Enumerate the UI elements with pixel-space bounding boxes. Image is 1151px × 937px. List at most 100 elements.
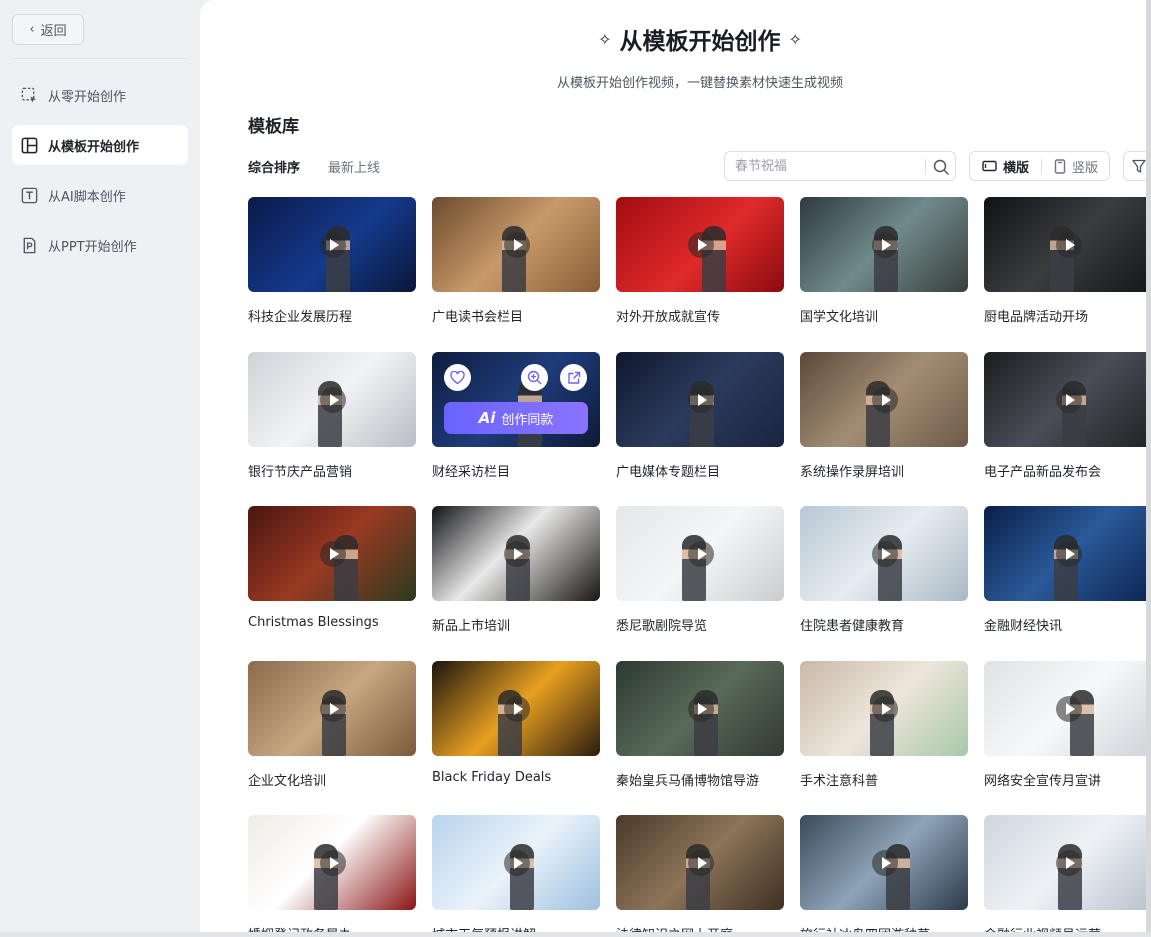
template-title: 科技企业发展历程 xyxy=(248,310,353,325)
template-thumbnail[interactable] xyxy=(248,506,416,601)
template-card[interactable]: 悉尼歌剧院导览 xyxy=(616,506,784,634)
play-icon[interactable] xyxy=(320,232,346,258)
template-thumbnail[interactable] xyxy=(248,661,416,756)
template-thumbnail[interactable] xyxy=(616,815,784,910)
play-icon[interactable] xyxy=(1056,232,1082,258)
template-card[interactable]: 金融行业视频号运营 xyxy=(984,815,1151,932)
template-card[interactable]: 旅行社冰岛四团游种草 xyxy=(800,815,968,932)
play-icon[interactable] xyxy=(320,850,346,876)
zoom-preview-button[interactable] xyxy=(521,364,548,391)
template-thumbnail[interactable] xyxy=(432,661,600,756)
play-icon[interactable] xyxy=(504,696,530,722)
template-card[interactable]: 秦始皇兵马俑博物馆导游 xyxy=(616,661,784,789)
play-icon[interactable] xyxy=(872,850,898,876)
play-icon[interactable] xyxy=(688,541,714,567)
play-icon[interactable] xyxy=(872,541,898,567)
template-thumbnail[interactable] xyxy=(432,197,600,292)
search-icon[interactable] xyxy=(933,159,950,176)
template-card[interactable]: 系统操作录屏培训 xyxy=(800,352,968,480)
template-thumbnail[interactable] xyxy=(984,661,1151,756)
template-card[interactable]: 银行节庆产品营销 xyxy=(248,352,416,480)
template-thumbnail[interactable] xyxy=(616,661,784,756)
template-thumbnail[interactable] xyxy=(984,506,1151,601)
play-icon[interactable] xyxy=(1056,696,1082,722)
sidebar-item-from-ppt[interactable]: 从PPT开始创作 xyxy=(12,225,188,265)
template-card[interactable]: 婚姻登记政务导办 xyxy=(248,815,416,932)
play-icon[interactable] xyxy=(320,696,346,722)
play-icon[interactable] xyxy=(320,387,346,413)
template-thumbnail[interactable] xyxy=(800,506,968,601)
scrollbar[interactable] xyxy=(1146,0,1151,932)
sidebar-item-label: 从零开始创作 xyxy=(48,89,127,105)
favorite-button[interactable] xyxy=(444,364,471,391)
template-title: 银行节庆产品营销 xyxy=(248,465,353,480)
template-thumbnail[interactable] xyxy=(616,506,784,601)
play-icon[interactable] xyxy=(872,387,898,413)
play-icon[interactable] xyxy=(688,850,714,876)
sort-comprehensive[interactable]: 综合排序 xyxy=(248,157,300,176)
ai-create-same-button[interactable]: Ai 创作同款 xyxy=(444,402,588,434)
template-card[interactable]: 广电媒体专题栏目 xyxy=(616,352,784,480)
play-icon[interactable] xyxy=(1056,387,1082,413)
template-thumbnail[interactable] xyxy=(984,815,1151,910)
play-icon[interactable] xyxy=(872,232,898,258)
open-external-button[interactable] xyxy=(560,364,587,391)
template-thumbnail[interactable] xyxy=(432,815,600,910)
template-card[interactable]: 企业文化培训 xyxy=(248,661,416,789)
template-thumbnail[interactable] xyxy=(984,197,1151,292)
orientation-landscape-label: 横版 xyxy=(1003,160,1030,176)
template-card[interactable]: 厨电品牌活动开场 xyxy=(984,197,1151,325)
play-icon[interactable] xyxy=(320,541,346,567)
template-card[interactable]: 科技企业发展历程 xyxy=(248,197,416,325)
template-card[interactable]: 电子产品新品发布会 xyxy=(984,352,1151,480)
back-button[interactable]: ‹ 返回 xyxy=(12,14,84,45)
template-card[interactable]: 城市天气预报讲解 xyxy=(432,815,600,932)
template-thumbnail[interactable]: Ai 创作同款 xyxy=(432,352,600,447)
external-link-icon xyxy=(567,371,580,384)
portrait-icon xyxy=(1054,158,1066,174)
play-icon[interactable] xyxy=(688,696,714,722)
template-thumbnail[interactable] xyxy=(432,506,600,601)
template-title: 广电读书会栏目 xyxy=(432,310,524,325)
template-thumbnail[interactable] xyxy=(800,661,968,756)
template-card[interactable]: 手术注意科普 xyxy=(800,661,968,789)
template-card[interactable]: 国学文化培训 xyxy=(800,197,968,325)
sidebar-item-from-template[interactable]: 从模板开始创作 xyxy=(12,125,188,165)
template-card[interactable]: Black Friday Deals xyxy=(432,661,600,785)
play-icon[interactable] xyxy=(872,696,898,722)
play-icon[interactable] xyxy=(688,387,714,413)
play-icon[interactable] xyxy=(504,541,530,567)
sidebar-item-from-scratch[interactable]: 从零开始创作 xyxy=(12,75,188,115)
template-thumbnail[interactable] xyxy=(616,352,784,447)
sort-newest[interactable]: 最新上线 xyxy=(328,157,380,176)
template-card[interactable]: 新品上市培训 xyxy=(432,506,600,634)
search-input[interactable] xyxy=(735,157,915,175)
template-thumbnail[interactable] xyxy=(248,197,416,292)
sidebar-item-from-ai-script[interactable]: 从AI脚本创作 xyxy=(12,175,188,215)
play-icon[interactable] xyxy=(1056,850,1082,876)
template-card[interactable]: 广电读书会栏目 xyxy=(432,197,600,325)
play-icon[interactable] xyxy=(504,232,530,258)
template-card[interactable]: Ai 创作同款 财经采访栏目 xyxy=(432,352,600,480)
orientation-landscape[interactable]: 横版 xyxy=(970,152,1041,180)
template-card[interactable]: Christmas Blessings xyxy=(248,506,416,630)
template-card[interactable]: 对外开放成就宣传 xyxy=(616,197,784,325)
template-title: 国学文化培训 xyxy=(800,310,879,325)
orientation-portrait[interactable]: 竖版 xyxy=(1042,152,1098,180)
template-thumbnail[interactable] xyxy=(248,352,416,447)
play-icon[interactable] xyxy=(504,850,530,876)
play-icon[interactable] xyxy=(688,232,714,258)
search-divider xyxy=(925,159,926,174)
template-card[interactable]: 住院患者健康教育 xyxy=(800,506,968,634)
template-thumbnail[interactable] xyxy=(800,197,968,292)
play-icon[interactable] xyxy=(1056,541,1082,567)
template-card[interactable]: 网络安全宣传月宣讲 xyxy=(984,661,1151,789)
template-card[interactable]: 金融财经快讯 xyxy=(984,506,1151,634)
template-thumbnail[interactable] xyxy=(248,815,416,910)
template-card[interactable]: 法律知识之网上开庭 xyxy=(616,815,784,932)
template-thumbnail[interactable] xyxy=(800,815,968,910)
template-thumbnail[interactable] xyxy=(984,352,1151,447)
template-thumbnail[interactable] xyxy=(616,197,784,292)
ai-create-label: 创作同款 xyxy=(501,412,554,428)
template-thumbnail[interactable] xyxy=(800,352,968,447)
